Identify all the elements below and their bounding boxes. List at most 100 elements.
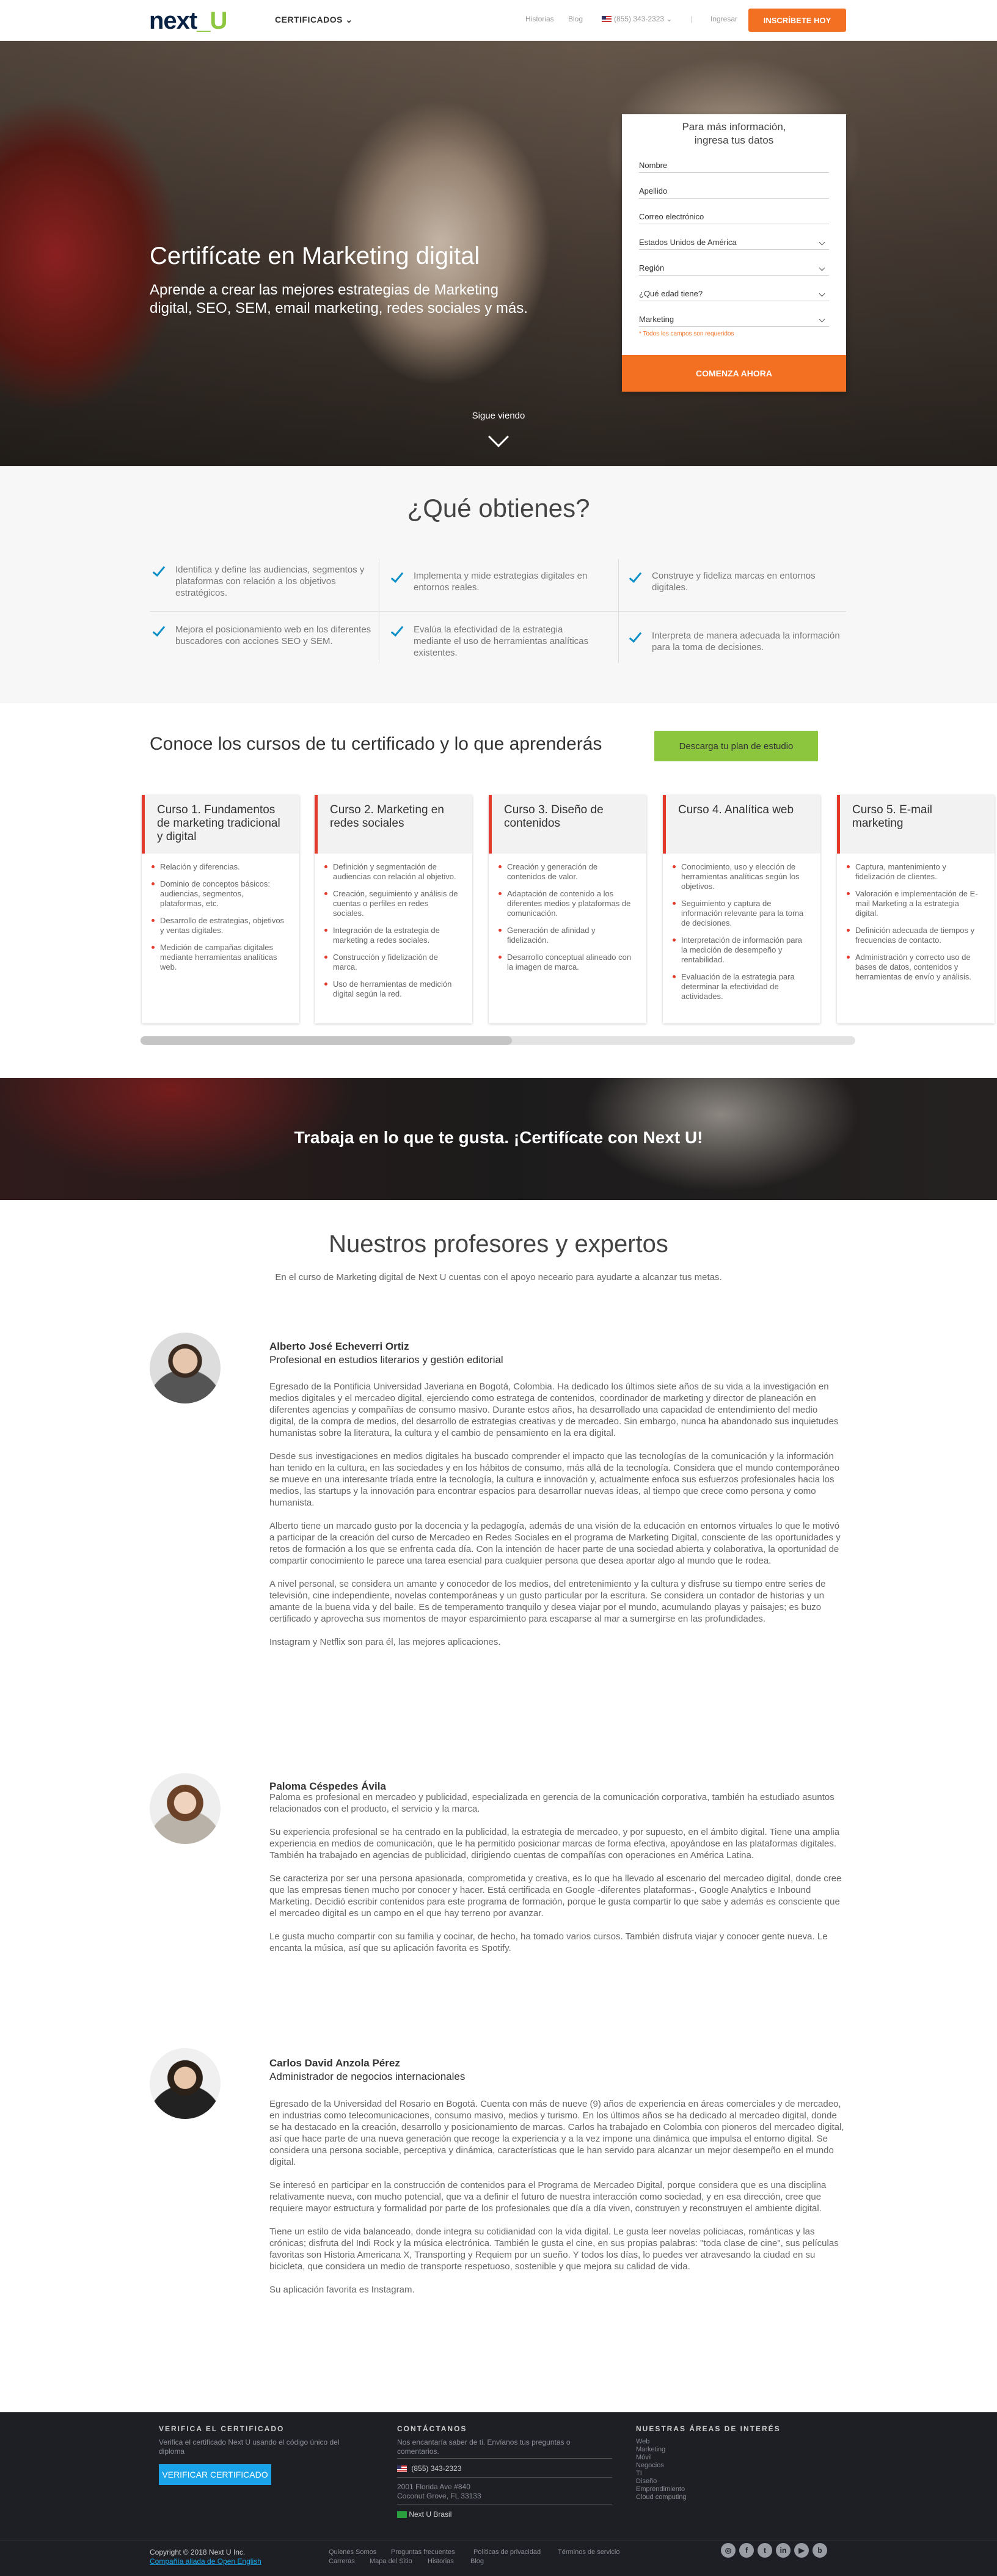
- professor-name: Carlos David Anzola Pérez: [269, 2057, 400, 2069]
- benefits-title: ¿Qué obtienes?: [407, 494, 590, 522]
- list-item: Creación, seguimiento y análisis de cuen…: [324, 889, 460, 918]
- footer-link[interactable]: Políticas de privacidad: [473, 2548, 541, 2557]
- logo[interactable]: next_U: [149, 7, 227, 35]
- list-item: Adaptación de contenido a los diferentes…: [499, 889, 634, 918]
- scrollbar-thumb[interactable]: [141, 1036, 513, 1045]
- hero-title: Certifícate en Marketing digital: [150, 243, 480, 269]
- course-title: Curso 4. Analítica web: [663, 795, 820, 854]
- chevron-down-icon: ⌄: [345, 15, 353, 24]
- professor-bio: Paloma es profesional en mercadeo y publ…: [269, 1791, 846, 1966]
- banner-text: Trabaja en lo que te gusta. ¡Certifícate…: [294, 1128, 703, 1147]
- phone-link[interactable]: (855) 343-2323 ⌄: [602, 15, 672, 23]
- bio-paragraph: Instagram y Netflix son para él, las mej…: [269, 1637, 501, 1647]
- footer-link[interactable]: Mapa del Sitio: [370, 2557, 412, 2566]
- professor-role: Administrador de negocios internacionale…: [269, 2071, 466, 2082]
- course-card[interactable]: Curso 3. Diseño de contenidos Creación y…: [489, 795, 646, 1023]
- bio-paragraph: Se caracteriza por ser una persona apasi…: [269, 1873, 842, 1919]
- course-card[interactable]: Curso 5. E-mail marketing Captura, mante…: [837, 795, 995, 1023]
- professors-section: Nuestros profesores y expertos En el cur…: [0, 1200, 997, 2412]
- bio-paragraph: Le gusta mucho compartir con su familia …: [269, 1931, 828, 1953]
- footer-link[interactable]: Quienes Somos: [329, 2548, 376, 2557]
- footer-phone[interactable]: (855) 343-2323: [397, 2464, 461, 2473]
- area-link[interactable]: Móvil: [636, 2454, 687, 2462]
- check-icon: [390, 623, 404, 637]
- list-item: Integración de la estrategia de marketin…: [324, 926, 460, 945]
- check-icon: [152, 623, 166, 637]
- open-english-link[interactable]: Compañía aliada de Open English: [150, 2557, 261, 2566]
- professor-bio: Egresado de la Universidad del Rosario e…: [269, 2098, 846, 2307]
- country-select[interactable]: Estados Unidos de América: [639, 224, 829, 250]
- twitter-icon[interactable]: t: [758, 2543, 772, 2558]
- download-plan-button[interactable]: Descarga tu plan de estudio: [654, 731, 818, 761]
- certificados-menu[interactable]: CERTIFICADOS ⌄: [275, 15, 353, 25]
- email-field[interactable]: Correo electrónico: [639, 199, 829, 224]
- nav-historias[interactable]: Historias: [525, 15, 554, 23]
- carousel-scrollbar[interactable]: [141, 1036, 855, 1045]
- form-submit-button[interactable]: COMENZA AHORA: [622, 355, 846, 392]
- nombre-field[interactable]: Nombre: [639, 147, 829, 173]
- bio-paragraph: Egresado de la Pontificia Universidad Ja…: [269, 1381, 839, 1438]
- area-link[interactable]: Cloud computing: [636, 2494, 687, 2501]
- verify-certificate-button[interactable]: VERIFICAR CERTIFICADO: [159, 2464, 271, 2485]
- footer-link[interactable]: Historias: [428, 2557, 454, 2566]
- list-item: Relación y diferencias.: [152, 862, 287, 872]
- region-select[interactable]: Región: [639, 250, 829, 276]
- bio-paragraph: Se interesó en participar en la construc…: [269, 2180, 827, 2214]
- list-item: Desarrollo de estrategias, objetivos y v…: [152, 916, 287, 935]
- footer-link[interactable]: Preguntas frecuentes: [391, 2548, 455, 2557]
- nav-blog[interactable]: Blog: [568, 15, 583, 23]
- bio-paragraph: Alberto tiene un marcado gusto por la do…: [269, 1521, 841, 1566]
- benefit-item: Evalúa la efectividad de la estrategia m…: [388, 623, 596, 659]
- courses-section: Conoce los cursos de tu certificado y lo…: [0, 703, 997, 1078]
- instagram-icon[interactable]: ◎: [721, 2543, 736, 2558]
- divider: [397, 2458, 612, 2459]
- course-card[interactable]: Curso 4. Analítica web Conocimiento, uso…: [663, 795, 820, 1023]
- course-title: Curso 2. Marketing en redes sociales: [315, 795, 472, 854]
- course-card[interactable]: Curso 1. Fundamentos de marketing tradic…: [142, 795, 299, 1023]
- area-link[interactable]: Marketing: [636, 2446, 687, 2454]
- linkedin-icon[interactable]: in: [776, 2543, 791, 2558]
- list-item: Interpretación de información para la me…: [673, 935, 808, 965]
- list-item: Evaluación de la estrategia para determi…: [673, 972, 808, 1001]
- cta-banner: Trabaja en lo que te gusta. ¡Certifícate…: [0, 1078, 997, 1200]
- area-link[interactable]: TI: [636, 2470, 687, 2478]
- list-item: Generación de afinidad y fidelización.: [499, 926, 634, 945]
- list-item: Construcción y fidelización de marca.: [324, 953, 460, 972]
- area-link[interactable]: Web: [636, 2438, 687, 2446]
- bio-paragraph: A nivel personal, se considera un amante…: [269, 1579, 826, 1624]
- blog-icon[interactable]: b: [813, 2543, 827, 2558]
- facebook-icon[interactable]: f: [739, 2543, 754, 2558]
- footer-link[interactable]: Carreras: [329, 2557, 355, 2566]
- area-link[interactable]: Emprendimiento: [636, 2486, 687, 2494]
- list-item: Valoración e implementación de E-mail Ma…: [847, 889, 982, 918]
- professor-bio: Egresado de la Pontificia Universidad Ja…: [269, 1381, 846, 1659]
- benefits-section: ¿Qué obtienes? Identifica y define las a…: [0, 466, 997, 703]
- divider: [150, 611, 846, 612]
- list-item: Conocimiento, uso y elección de herramie…: [673, 862, 808, 891]
- list-item: Seguimiento y captura de información rel…: [673, 899, 808, 928]
- address-line: Coconut Grove, FL 33133: [397, 2492, 481, 2500]
- nav-ingresar[interactable]: Ingresar: [710, 15, 737, 23]
- age-select[interactable]: ¿Qué edad tiene?: [639, 276, 829, 301]
- check-icon: [629, 629, 642, 643]
- area-link[interactable]: Negocios: [636, 2462, 687, 2470]
- scroll-label[interactable]: Sigue viendo: [0, 411, 997, 421]
- brazil-flag-icon: [397, 2511, 407, 2519]
- us-flag-icon: [397, 2465, 407, 2473]
- signup-button[interactable]: INSCRÍBETE HOY: [748, 9, 846, 32]
- form-title: Para más información, ingresa tus datos: [682, 121, 786, 146]
- benefit-item: Implementa y mide estrategias digitales …: [388, 569, 596, 593]
- brasil-link[interactable]: Next U Brasil: [397, 2510, 451, 2519]
- courses-title: Conoce los cursos de tu certificado y lo…: [150, 734, 602, 754]
- professor-role: Profesional en estudios literarios y ges…: [269, 1354, 503, 1366]
- youtube-icon[interactable]: ▶: [794, 2543, 809, 2558]
- footer-link[interactable]: Blog: [470, 2557, 484, 2566]
- footer-link[interactable]: Términos de servicio: [558, 2548, 619, 2557]
- divider: [397, 2477, 612, 2478]
- program-select[interactable]: Marketing: [639, 301, 829, 327]
- apellido-field[interactable]: Apellido: [639, 173, 829, 199]
- area-link[interactable]: Diseño: [636, 2478, 687, 2486]
- course-title: Curso 5. E-mail marketing: [837, 795, 995, 854]
- benefit-item: Mejora el posicionamiento web en los dif…: [150, 623, 376, 647]
- course-card[interactable]: Curso 2. Marketing en redes sociales Def…: [315, 795, 472, 1023]
